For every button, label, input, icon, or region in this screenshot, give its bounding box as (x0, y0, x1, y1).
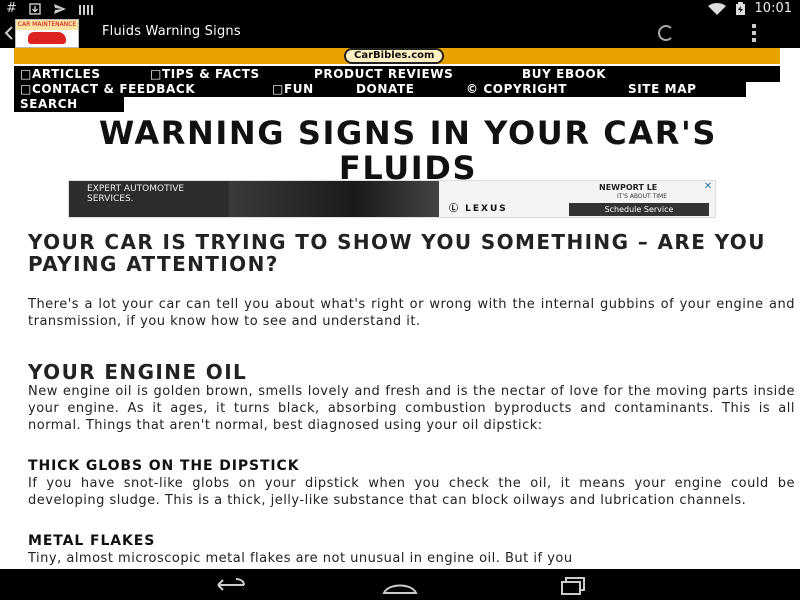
status-bar-left: # (6, 1, 93, 16)
site-nav: □ARTICLES □TIPS & FACTS PRODUCT REVIEWS … (14, 64, 780, 112)
app-icon-label: CAR MAINTENANCE (16, 20, 78, 30)
nav-item-site-map[interactable]: SITE MAP (628, 82, 697, 97)
recents-icon[interactable] (556, 575, 592, 595)
wifi-icon (707, 2, 726, 15)
nav-item-contact-feedback[interactable]: □CONTACT & FEEDBACK (20, 82, 195, 97)
ad-image-left: EXPERT AUTOMOTIVE SERVICES. (69, 181, 229, 217)
nav-item-donate[interactable]: DONATE (356, 82, 415, 97)
system-navigation-bar (0, 569, 800, 600)
status-bar: # 10:01 (0, 0, 800, 18)
section-body: There's a lot your car can tell you abou… (28, 297, 795, 329)
site-logo[interactable]: CarBibles.com (344, 48, 445, 64)
subsection-heading: THICK GLOBS ON THE DIPSTICK (28, 458, 300, 474)
subsection-body: Tiny, almost microscopic metal flakes ar… (28, 551, 573, 566)
nav-item-tips-facts[interactable]: □TIPS & FACTS (150, 67, 260, 82)
page-title: WARNING SIGNS IN YOUR CAR'S FLUIDS (98, 114, 718, 187)
overflow-menu-icon[interactable] (752, 24, 758, 42)
ad-tagline: IT'S ABOUT TIME (617, 193, 668, 200)
section-heading: YOUR ENGINE OIL (28, 360, 248, 384)
loading-spinner-icon (658, 25, 674, 41)
battery-icon (735, 2, 745, 15)
ad-brand-logo: Ⓛ LEXUS (449, 204, 508, 214)
nav-item-fun[interactable]: □FUN (272, 82, 314, 97)
ad-car-interior-image (229, 181, 439, 217)
app-action-bar: CAR MAINTENANCE Fluids Warning Signs (0, 18, 800, 48)
car-icon (28, 32, 66, 44)
up-navigation-chevron-icon[interactable] (4, 25, 14, 41)
download-icon (29, 2, 41, 15)
send-icon (53, 3, 66, 14)
signal-bars-icon (78, 4, 93, 15)
ad-banner[interactable]: EXPERT AUTOMOTIVE SERVICES. Ⓛ LEXUS NEWP… (68, 180, 716, 218)
status-bar-right: 10:01 (707, 1, 792, 16)
nav-item-articles[interactable]: □ARTICLES (20, 67, 101, 82)
status-clock: 10:01 (754, 1, 792, 16)
site-banner: CarBibles.com (14, 48, 780, 64)
ad-close-icon[interactable]: ✕ (701, 181, 715, 193)
back-icon[interactable] (206, 575, 250, 595)
ad-dealer-name: NEWPORT LE (599, 183, 658, 192)
nav-item-product-reviews[interactable]: PRODUCT REVIEWS (314, 67, 453, 82)
section-body: New engine oil is golden brown, smells l… (28, 384, 795, 433)
section-heading: YOUR CAR IS TRYING TO SHOW YOU SOMETHING… (28, 230, 766, 276)
app-title: Fluids Warning Signs (102, 24, 241, 39)
subsection-body: If you have snot-like globs on your dips… (28, 476, 795, 508)
ad-left-text: EXPERT AUTOMOTIVE SERVICES. (87, 184, 185, 204)
nav-item-copyright[interactable]: © COPYRIGHT (466, 82, 567, 97)
ad-schedule-service-button[interactable]: Schedule Service (569, 203, 709, 216)
subsection-heading: METAL FLAKES (28, 533, 156, 549)
nav-item-search[interactable]: SEARCH (20, 97, 78, 112)
nav-item-buy-ebook[interactable]: BUY EBOOK (522, 67, 606, 82)
hash-icon: # (6, 1, 17, 16)
webview[interactable]: CarBibles.com □ARTICLES □TIPS & FACTS PR… (0, 48, 800, 569)
app-icon[interactable]: CAR MAINTENANCE (15, 19, 79, 48)
home-icon[interactable] (378, 575, 422, 595)
